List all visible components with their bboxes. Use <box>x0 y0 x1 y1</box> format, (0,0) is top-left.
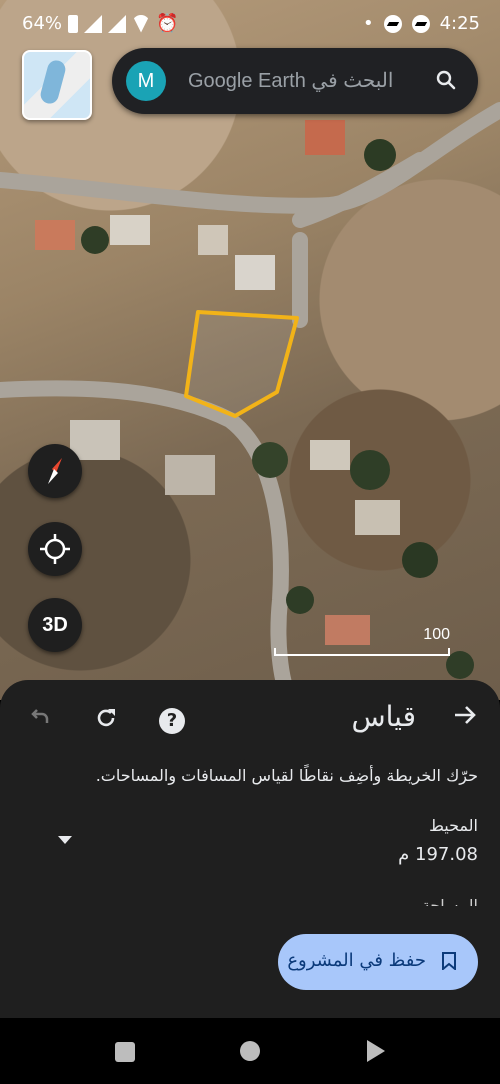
building <box>165 455 215 495</box>
measured-polygon <box>184 310 299 418</box>
building <box>355 500 400 535</box>
home-button[interactable] <box>240 1041 260 1061</box>
close-measure-button[interactable] <box>452 702 478 735</box>
perimeter-value: 197.08 م <box>398 844 478 865</box>
3d-toggle-button[interactable]: 3D <box>28 598 82 652</box>
scale-bar: 100 <box>274 626 450 656</box>
area-label: المساحة <box>421 896 478 906</box>
save-button-label: حفظ في المشروع <box>287 950 426 971</box>
tree-cluster <box>402 542 438 578</box>
my-location-icon <box>40 534 70 564</box>
building <box>305 120 345 155</box>
search-bar[interactable]: M البحث في Google Earth <box>112 48 478 114</box>
alarm-icon: ⏰ <box>156 13 179 34</box>
tree-cluster <box>364 139 396 171</box>
compass-button[interactable] <box>28 444 82 498</box>
recents-button[interactable] <box>115 1042 135 1062</box>
tree-cluster <box>81 226 109 254</box>
system-nav-bar <box>0 1018 500 1084</box>
wifi-icon <box>132 14 151 33</box>
messenger-icon-2 <box>411 14 430 33</box>
dot-icon: • <box>362 13 374 34</box>
instructions-text: حرّك الخريطة وأضِف نقاطًا لقياس المسافات… <box>95 766 478 785</box>
messenger-icon <box>383 14 402 33</box>
chevron-down-icon[interactable] <box>58 836 72 844</box>
help-icon: ? <box>159 708 185 734</box>
signal-icon <box>84 14 103 33</box>
building <box>110 215 150 245</box>
panel-title: قياس <box>351 700 416 733</box>
satellite-map[interactable]: 64% ⏰ • 4:25 M البحث في Google Earth 3D … <box>0 0 500 700</box>
perimeter-label: المحيط <box>429 816 478 835</box>
arrow-forward-icon <box>455 706 476 724</box>
search-input[interactable]: البحث في Google Earth <box>188 68 393 93</box>
compass-icon <box>48 458 62 484</box>
tree-cluster <box>350 450 390 490</box>
refresh-icon <box>97 709 115 727</box>
save-to-project-button[interactable]: حفظ في المشروع <box>278 934 478 990</box>
battery-percentage: 64% <box>22 13 63 34</box>
battery-icon <box>68 14 79 33</box>
building <box>35 220 75 250</box>
building <box>235 255 275 290</box>
help-button[interactable]: ? <box>154 700 190 736</box>
tree-cluster <box>446 651 474 679</box>
back-button[interactable] <box>367 1040 385 1062</box>
reset-button[interactable] <box>88 700 124 736</box>
measure-panel: ? قياس حرّك الخريطة وأضِف نقاطًا لقياس ا… <box>0 680 500 1018</box>
bookmark-icon <box>442 952 456 970</box>
scale-line <box>274 648 450 656</box>
my-location-button[interactable] <box>28 522 82 576</box>
status-bar: 64% ⏰ • 4:25 <box>0 0 500 48</box>
search-icon[interactable] <box>436 70 456 90</box>
building <box>310 440 350 470</box>
building <box>198 225 228 255</box>
scale-label: 100 <box>423 626 450 643</box>
undo-button[interactable] <box>22 700 58 736</box>
tree-cluster <box>286 586 314 614</box>
signal-icon-2 <box>108 14 127 33</box>
clock-time: 4:25 <box>439 13 480 34</box>
redo-arrow-icon <box>31 709 49 723</box>
avatar[interactable]: M <box>126 61 166 101</box>
tree-cluster <box>252 442 288 478</box>
layers-minimap-button[interactable] <box>22 50 92 120</box>
